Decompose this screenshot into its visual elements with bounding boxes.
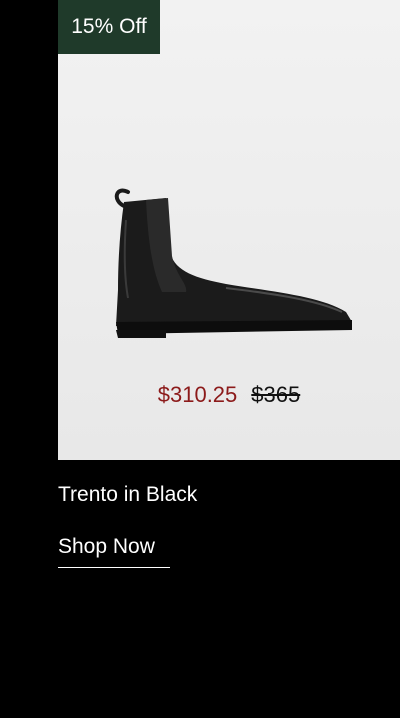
discount-badge-label: 15% Off xyxy=(71,15,147,38)
product-card[interactable]: 15% Off $310.25 $365 xyxy=(58,0,400,460)
price-row: $310.25 $365 xyxy=(58,382,400,408)
original-price: $365 xyxy=(251,382,301,407)
shop-now-link[interactable]: Shop Now xyxy=(58,535,170,568)
chelsea-boot-image[interactable] xyxy=(106,180,356,340)
discount-badge: 15% Off xyxy=(58,0,160,54)
sale-price: $310.25 xyxy=(157,382,238,407)
product-title[interactable]: Trento in Black xyxy=(58,483,197,507)
